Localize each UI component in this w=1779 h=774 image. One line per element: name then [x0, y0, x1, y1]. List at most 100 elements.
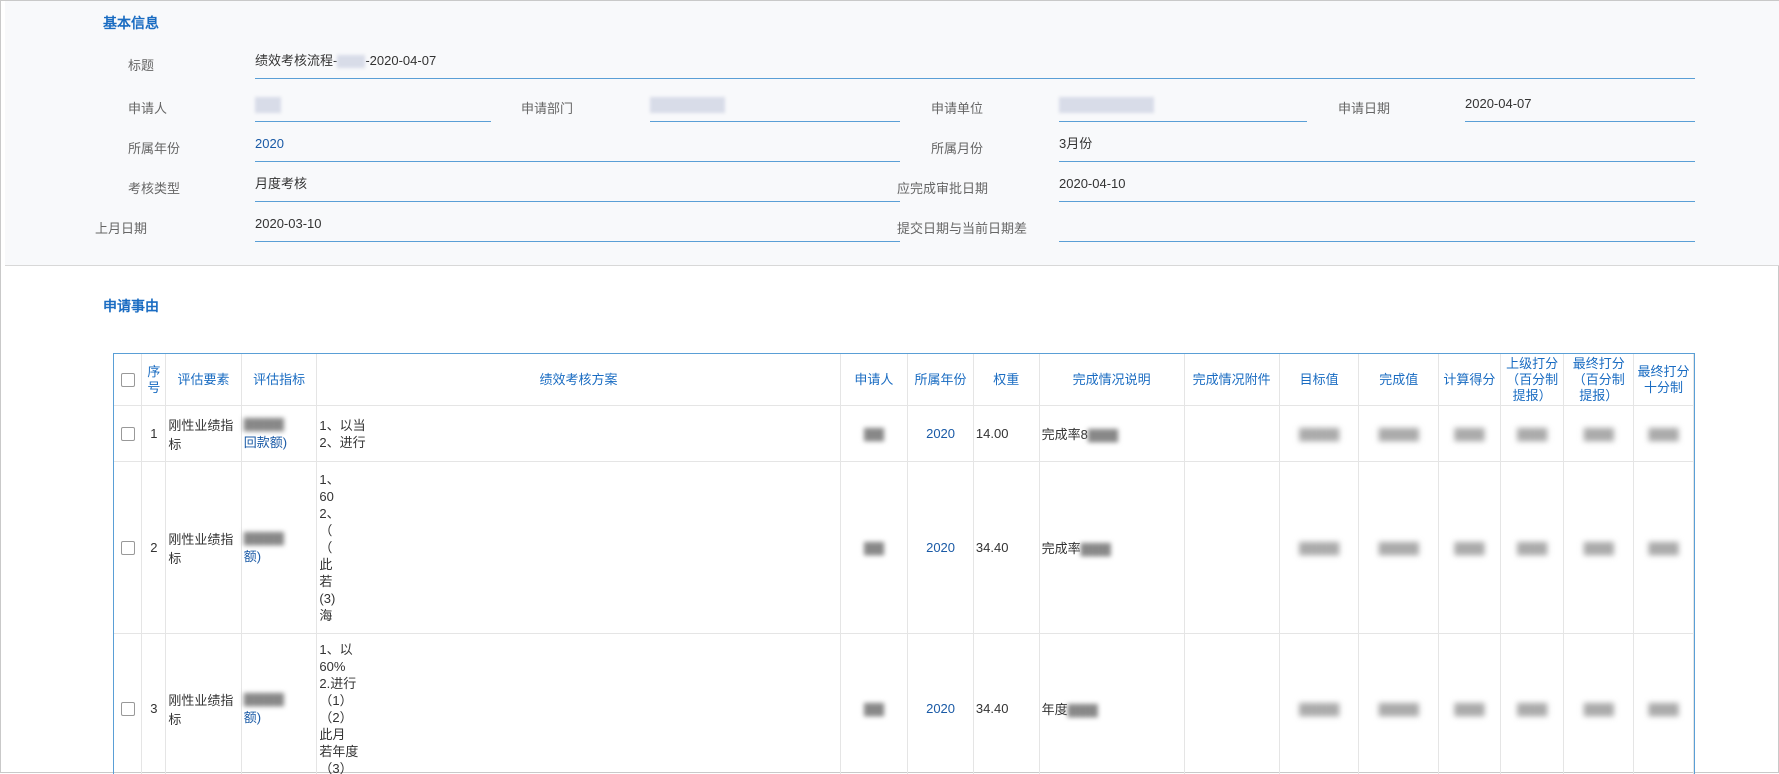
- row-attachment[interactable]: [1184, 406, 1279, 462]
- section-title-basic: 基本信息: [103, 13, 159, 33]
- col-superior-score[interactable]: 上级打分（百分制提报）: [1500, 354, 1564, 406]
- row-year[interactable]: 2020: [908, 406, 974, 462]
- row-superior-score: ▇▇▇: [1500, 634, 1564, 774]
- col-applicant[interactable]: 申请人: [840, 354, 908, 406]
- month-field[interactable]: 3月份: [1059, 134, 1695, 162]
- row-element: 刚性业绩指标: [166, 634, 241, 774]
- col-year[interactable]: 所属年份: [908, 354, 974, 406]
- kpi-table: 序号 评估要素 评估指标 绩效考核方案 申请人 所属年份 权重 完成情况说明 完…: [113, 353, 1695, 774]
- row-checkbox[interactable]: [114, 462, 142, 634]
- row-final-score: ▇▇▇: [1564, 406, 1634, 462]
- row-plan: 1、以当2、进行: [317, 406, 840, 462]
- row-calc-score: ▇▇▇: [1439, 634, 1501, 774]
- section-title-reason: 申请事由: [103, 296, 159, 316]
- col-desc[interactable]: 完成情况说明: [1039, 354, 1184, 406]
- applicant-label: 申请人: [128, 98, 167, 117]
- row-superior-score: ▇▇▇: [1500, 406, 1564, 462]
- col-element[interactable]: 评估要素: [166, 354, 241, 406]
- row-checkbox[interactable]: [114, 634, 142, 774]
- row-actual: ▇▇▇▇: [1359, 634, 1439, 774]
- lastmonth-field[interactable]: 2020-03-10: [255, 214, 900, 242]
- row-index-tail: 额): [244, 546, 315, 565]
- col-final-score[interactable]: 最终打分（百分制提报）: [1564, 354, 1634, 406]
- row-final-score: ▇▇▇: [1564, 634, 1634, 774]
- diff-field[interactable]: [1059, 214, 1695, 242]
- basic-info-section: 基本信息 标题 绩效考核流程--2020-04-07 申请人 申请部门 申请单位…: [5, 1, 1779, 266]
- row-element: 刚性业绩指标: [166, 406, 241, 462]
- type-label: 考核类型: [128, 178, 180, 197]
- row-index-tail: 额): [244, 707, 315, 726]
- date-field[interactable]: 2020-04-07: [1465, 94, 1695, 122]
- col-index[interactable]: 评估指标: [241, 354, 317, 406]
- row-final-score: ▇▇▇: [1564, 462, 1634, 634]
- dept-field[interactable]: [650, 94, 900, 122]
- row-applicant[interactable]: ▇▇: [840, 634, 908, 774]
- row-element: 刚性业绩指标: [166, 462, 241, 634]
- kpi-grid: 序号 评估要素 评估指标 绩效考核方案 申请人 所属年份 权重 完成情况说明 完…: [114, 354, 1694, 774]
- subject-prefix: 绩效考核流程-: [255, 53, 337, 68]
- redacted-unit: [1059, 97, 1154, 113]
- row-superior-score: ▇▇▇: [1500, 462, 1564, 634]
- col-calc-score[interactable]: 计算得分: [1439, 354, 1501, 406]
- row-actual: ▇▇▇▇: [1359, 406, 1439, 462]
- row-weight: 14.00: [973, 406, 1039, 462]
- row-desc: 完成率▇▇▇: [1039, 462, 1184, 634]
- row-plan: 1、602、（（此若(3)海: [317, 462, 840, 634]
- subject-suffix: -2020-04-07: [365, 53, 436, 68]
- row-applicant[interactable]: ▇▇: [840, 406, 908, 462]
- col-plan[interactable]: 绩效考核方案: [317, 354, 840, 406]
- year-field[interactable]: 2020: [255, 134, 900, 162]
- table-row[interactable]: 3 刚性业绩指标 ▇▇▇▇额) 1、以60%2.进行（1）（2）此月若年度（3）…: [114, 634, 1694, 774]
- col-actual[interactable]: 完成值: [1359, 354, 1439, 406]
- row-index: ▇▇▇▇回款额): [241, 406, 317, 462]
- subject-label: 标题: [128, 55, 154, 74]
- lastmonth-label: 上月日期: [95, 218, 147, 237]
- row-applicant[interactable]: ▇▇: [840, 462, 908, 634]
- redacted-dept: [650, 97, 725, 113]
- date-label: 申请日期: [1338, 98, 1390, 117]
- row-final-score-ten: ▇▇▇: [1634, 462, 1694, 634]
- due-field[interactable]: 2020-04-10: [1059, 174, 1695, 202]
- row-plan: 1、以60%2.进行（1）（2）此月若年度（3）: [317, 634, 840, 774]
- select-all-checkbox[interactable]: [114, 354, 142, 406]
- table-header-row: 序号 评估要素 评估指标 绩效考核方案 申请人 所属年份 权重 完成情况说明 完…: [114, 354, 1694, 406]
- row-final-score-ten: ▇▇▇: [1634, 406, 1694, 462]
- table-row[interactable]: 2 刚性业绩指标 ▇▇▇▇额) 1、602、（（此若(3)海 ▇▇ 2020 3…: [114, 462, 1694, 634]
- row-target: ▇▇▇▇: [1279, 462, 1359, 634]
- row-weight: 34.40: [973, 634, 1039, 774]
- unit-field[interactable]: [1059, 94, 1307, 122]
- row-index: ▇▇▇▇额): [241, 462, 317, 634]
- due-label: 应完成审批日期: [897, 178, 988, 197]
- row-no: 3: [142, 634, 166, 774]
- type-field[interactable]: 月度考核: [255, 174, 900, 202]
- redacted-name: [337, 55, 365, 68]
- applicant-field[interactable]: [255, 94, 491, 122]
- row-no: 2: [142, 462, 166, 634]
- row-calc-score: ▇▇▇: [1439, 406, 1501, 462]
- row-no: 1: [142, 406, 166, 462]
- row-attachment[interactable]: [1184, 634, 1279, 774]
- diff-label: 提交日期与当前日期差: [897, 218, 1027, 237]
- row-target: ▇▇▇▇: [1279, 634, 1359, 774]
- col-weight[interactable]: 权重: [973, 354, 1039, 406]
- row-year[interactable]: 2020: [908, 634, 974, 774]
- row-year[interactable]: 2020: [908, 462, 974, 634]
- table-row[interactable]: 1 刚性业绩指标 ▇▇▇▇回款额) 1、以当2、进行 ▇▇ 2020 14.00…: [114, 406, 1694, 462]
- row-weight: 34.40: [973, 462, 1039, 634]
- row-calc-score: ▇▇▇: [1439, 462, 1501, 634]
- unit-label: 申请单位: [931, 98, 983, 117]
- row-desc: 年度▇▇▇: [1039, 634, 1184, 774]
- redacted-applicant: [255, 97, 281, 113]
- col-attachment[interactable]: 完成情况附件: [1184, 354, 1279, 406]
- row-attachment[interactable]: [1184, 462, 1279, 634]
- row-checkbox[interactable]: [114, 406, 142, 462]
- row-index: ▇▇▇▇额): [241, 634, 317, 774]
- subject-field[interactable]: 绩效考核流程- -2020-04-07: [255, 51, 1695, 79]
- col-no[interactable]: 序号: [142, 354, 166, 406]
- month-label: 所属月份: [931, 138, 983, 157]
- row-desc: 完成率8▇▇▇: [1039, 406, 1184, 462]
- row-final-score-ten: ▇▇▇: [1634, 634, 1694, 774]
- row-index-tail: 回款额): [244, 432, 315, 451]
- col-target[interactable]: 目标值: [1279, 354, 1359, 406]
- col-final-score-ten[interactable]: 最终打分十分制: [1634, 354, 1694, 406]
